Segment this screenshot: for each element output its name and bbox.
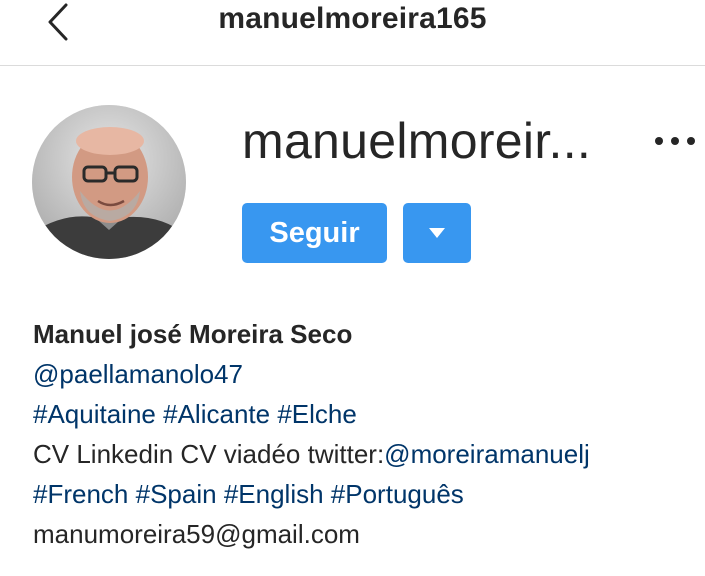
hashtag-link[interactable]: #French bbox=[33, 479, 128, 509]
mention-link[interactable]: @paellamanolo47 bbox=[33, 359, 243, 389]
hashtag-link[interactable]: #Elche bbox=[277, 399, 357, 429]
hashtag-link[interactable]: #Alicante bbox=[163, 399, 270, 429]
bio-email: manumoreira59@gmail.com bbox=[33, 519, 360, 549]
more-horizontal-icon bbox=[655, 137, 695, 145]
top-navigation-bar: manuelmoreira165 bbox=[0, 0, 705, 66]
profile-avatar[interactable] bbox=[32, 105, 186, 259]
full-name: Manuel josé Moreira Seco bbox=[33, 319, 353, 349]
more-options-button[interactable] bbox=[650, 126, 700, 156]
hashtag-link[interactable]: #English bbox=[224, 479, 324, 509]
profile-bio: Manuel josé Moreira Seco @paellamanolo47… bbox=[33, 314, 703, 554]
follow-button[interactable]: Seguir bbox=[242, 203, 387, 263]
profile-photo bbox=[32, 105, 186, 259]
caret-down-icon bbox=[429, 228, 445, 238]
hashtag-link[interactable]: #Aquitaine bbox=[33, 399, 156, 429]
hashtag-link[interactable]: #Spain bbox=[136, 479, 217, 509]
suggested-dropdown-button[interactable] bbox=[403, 203, 471, 263]
mention-link[interactable]: @moreiramanuelj bbox=[384, 439, 590, 469]
page-title: manuelmoreira165 bbox=[218, 2, 487, 35]
hashtag-link[interactable]: #Português bbox=[331, 479, 464, 509]
bio-text: CV Linkedin CV viadéo twitter: bbox=[33, 439, 385, 469]
profile-username: manuelmoreir... bbox=[242, 113, 592, 169]
